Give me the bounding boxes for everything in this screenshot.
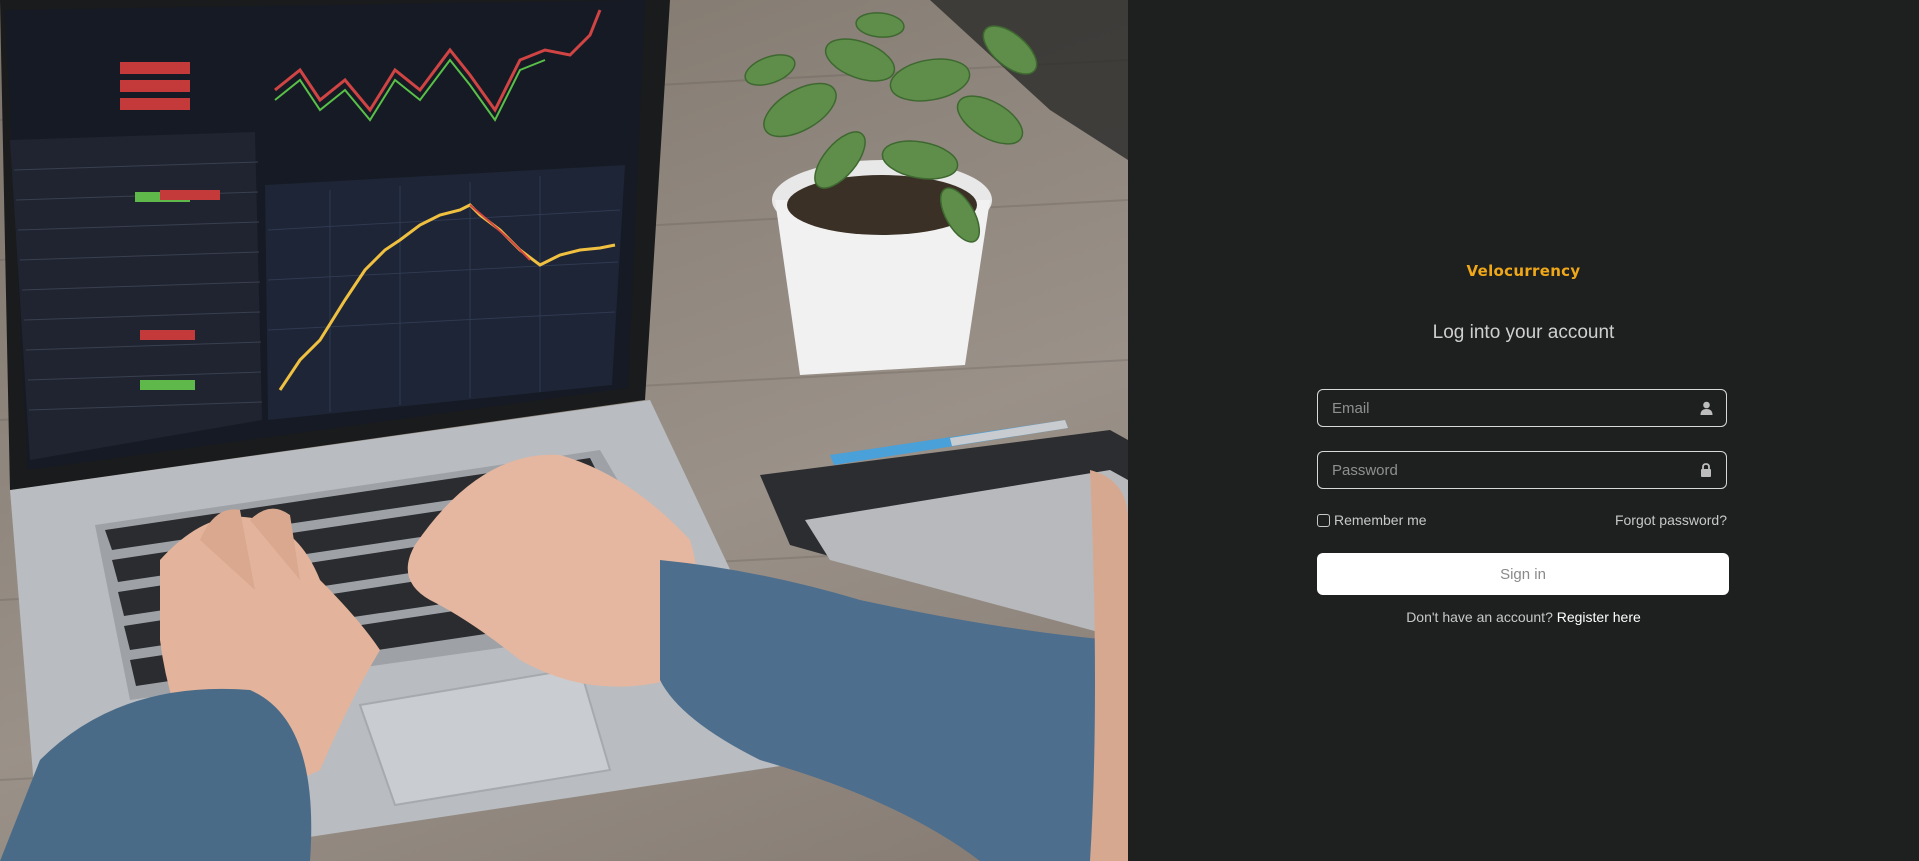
sign-in-button[interactable]: Sign in: [1317, 553, 1729, 595]
remember-forgot-row: Remember me Forgot password?: [1317, 512, 1727, 528]
register-link[interactable]: Register here: [1557, 609, 1641, 625]
remember-me[interactable]: Remember me: [1317, 512, 1427, 528]
password-field[interactable]: [1317, 451, 1727, 489]
forgot-password-link[interactable]: Forgot password?: [1615, 512, 1727, 528]
hero-image: [0, 0, 1128, 861]
remember-me-label: Remember me: [1334, 512, 1427, 528]
email-input[interactable]: [1318, 390, 1696, 426]
password-input[interactable]: [1318, 452, 1696, 488]
remember-me-checkbox[interactable]: [1317, 513, 1330, 527]
lock-icon: [1696, 460, 1716, 480]
login-page: Velocurrency Log into your account Email…: [0, 0, 1919, 861]
user-icon: [1696, 398, 1716, 418]
brand-logo-text: Velocurrency: [1466, 262, 1581, 280]
register-row: Don't have an account? Register here: [1128, 609, 1919, 625]
hero-illustration: [0, 0, 1128, 861]
login-heading: Log into your account: [1432, 322, 1615, 343]
register-prompt: Don't have an account?: [1406, 609, 1553, 625]
email-field[interactable]: [1317, 389, 1727, 427]
login-panel: Velocurrency Log into your account Email…: [1128, 0, 1919, 861]
